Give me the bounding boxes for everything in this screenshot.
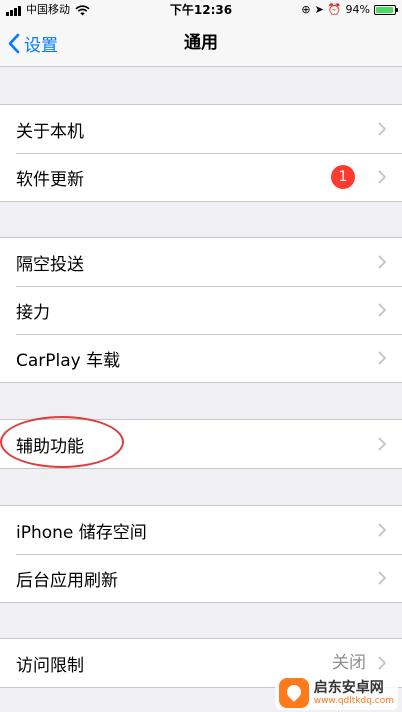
chevron-right-icon [378,255,386,269]
watermark-text: 启东安卓网 www.qdltkdq.com [314,680,394,707]
chevron-right-icon [378,656,386,670]
settings-group-4: iPhone 储存空间 后台应用刷新 [0,505,402,603]
watermark: 启东安卓网 www.qdltkdq.com [274,676,398,710]
chevron-right-icon [378,351,386,365]
location-icon: ➤ [314,3,324,16]
row-carplay[interactable]: CarPlay 车载 [0,334,402,382]
status-bar: 中国移动 下午12:36 ⊕ ➤ ⏰ 94% [0,0,402,20]
row-label: 软件更新 [16,169,84,190]
row-label: iPhone 储存空间 [16,522,147,543]
battery-icon [374,5,398,15]
orientation-lock-icon: ⊕ [301,3,311,16]
row-label: 接力 [16,302,50,323]
battery-percent: 94% [345,3,370,16]
navigation-bar: 设置 通用 [0,20,402,67]
settings-group-2: 隔空投送 接力 CarPlay 车载 [0,237,402,383]
status-right: ⊕ ➤ ⏰ 94% [301,0,398,20]
settings-group-3: 辅助功能 [0,419,402,469]
watermark-url: www.qdltkdq.com [313,695,394,706]
row-airdrop[interactable]: 隔空投送 [0,238,402,286]
row-label: 关于本机 [16,121,84,142]
settings-group-1: 关于本机 软件更新 1 [0,104,402,202]
row-about[interactable]: 关于本机 [0,105,402,153]
alarm-icon: ⏰ [327,3,342,16]
watermark-title: 启东安卓网 [313,679,384,696]
chevron-right-icon [378,303,386,317]
notification-badge: 1 [331,165,355,189]
chevron-right-icon [378,122,386,136]
row-label: 后台应用刷新 [16,570,118,591]
chevron-right-icon [378,170,386,184]
battery-fill [376,7,393,13]
row-background-refresh[interactable]: 后台应用刷新 [0,554,402,602]
row-handoff[interactable]: 接力 [0,286,402,334]
row-label: 辅助功能 [16,436,84,457]
row-label: 隔空投送 [16,254,84,275]
page-title: 通用 [184,33,218,53]
row-software-update[interactable]: 软件更新 1 [0,153,402,201]
chevron-right-icon [378,437,386,451]
row-iphone-storage[interactable]: iPhone 储存空间 [0,506,402,554]
chevron-right-icon [378,523,386,537]
row-label: CarPlay 车载 [16,350,121,371]
chevron-right-icon [378,571,386,585]
row-label: 访问限制 [16,655,84,676]
watermark-logo-icon [278,678,309,708]
row-accessibility[interactable]: 辅助功能 [0,420,402,468]
